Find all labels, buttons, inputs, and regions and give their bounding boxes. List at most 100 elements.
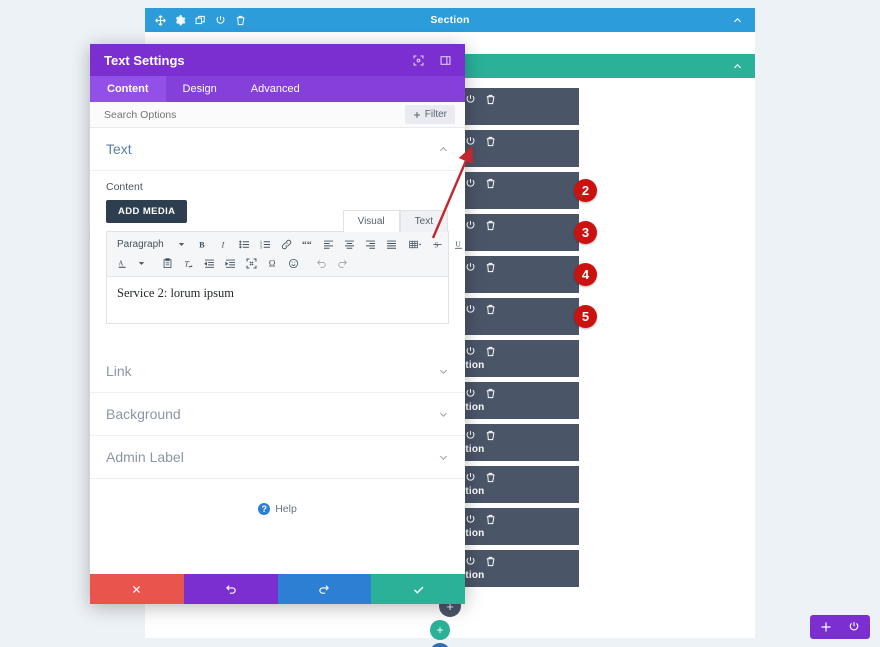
- redo-icon[interactable]: [333, 256, 352, 271]
- svg-text:A: A: [118, 261, 123, 268]
- add-row-button[interactable]: +: [430, 620, 450, 640]
- tab-design[interactable]: Design: [166, 76, 234, 102]
- builder-dock: [810, 615, 870, 639]
- trash-icon[interactable]: [485, 556, 496, 567]
- fullscreen-icon[interactable]: [242, 256, 261, 271]
- toggle-icon[interactable]: [465, 346, 476, 357]
- toggle-icon[interactable]: [465, 136, 476, 147]
- bold-icon[interactable]: B: [193, 237, 212, 252]
- special-character-icon[interactable]: Ω: [263, 256, 282, 271]
- toggle-icon[interactable]: [465, 262, 476, 273]
- trash-icon[interactable]: [485, 346, 496, 357]
- editor-tab-text[interactable]: Text: [399, 210, 448, 232]
- align-justify-icon[interactable]: [382, 237, 401, 252]
- trash-icon[interactable]: [485, 472, 496, 483]
- toggle-icon[interactable]: [465, 556, 476, 567]
- accordion-admin-label[interactable]: Admin Label: [90, 436, 465, 479]
- dock-power-icon[interactable]: [848, 621, 860, 633]
- editor-toolbar: Paragraph B I 123 ““ U A T Ω: [107, 232, 462, 277]
- trash-icon[interactable]: [485, 388, 496, 399]
- emoji-icon[interactable]: [284, 256, 303, 271]
- align-left-icon[interactable]: [319, 237, 338, 252]
- paste-icon[interactable]: [158, 256, 177, 271]
- accordion-text[interactable]: Text: [90, 128, 465, 171]
- chevron-up-icon: [438, 144, 449, 155]
- editor-content-area[interactable]: Service 2: lorum ipsum: [107, 277, 448, 323]
- save-button[interactable]: [371, 574, 465, 604]
- toggle-icon[interactable]: [465, 472, 476, 483]
- add-section-button[interactable]: +: [430, 643, 450, 647]
- clear-formatting-icon[interactable]: T: [179, 256, 198, 271]
- toggle-icon[interactable]: [465, 178, 476, 189]
- toggle-icon[interactable]: [465, 430, 476, 441]
- trash-icon[interactable]: [485, 304, 496, 315]
- indent-icon[interactable]: [221, 256, 240, 271]
- close-icon: [133, 585, 141, 593]
- svg-text:Ω: Ω: [269, 259, 276, 269]
- section-collapse-caret[interactable]: [732, 15, 755, 26]
- tab-content[interactable]: Content: [90, 76, 166, 102]
- align-center-icon[interactable]: [340, 237, 359, 252]
- accordion-background[interactable]: Background: [90, 393, 465, 436]
- search-input[interactable]: [104, 108, 405, 121]
- toggle-icon[interactable]: [215, 15, 226, 26]
- filter-button-label: Filter: [424, 109, 447, 120]
- toggle-icon[interactable]: [465, 304, 476, 315]
- trash-icon[interactable]: [485, 94, 496, 105]
- step-badge: 5: [574, 305, 597, 328]
- numbered-list-icon[interactable]: 123: [256, 237, 275, 252]
- toggle-icon[interactable]: [465, 220, 476, 231]
- accordion-link[interactable]: Link: [90, 350, 465, 393]
- trash-icon[interactable]: [235, 15, 246, 26]
- add-media-button[interactable]: ADD MEDIA: [106, 200, 188, 223]
- redo-button[interactable]: [277, 574, 372, 604]
- trash-icon[interactable]: [485, 136, 496, 147]
- editor-body-text: Service 2: lorum ipsum: [117, 286, 234, 300]
- editor-tab-visual[interactable]: Visual: [342, 210, 400, 232]
- text-color-chevron-icon[interactable]: [134, 258, 149, 269]
- filter-button[interactable]: Filter: [404, 105, 455, 124]
- undo-button[interactable]: [183, 574, 278, 604]
- wysiwyg-editor: Visual Text Paragraph B I 123 ““ U A T Ω…: [106, 210, 462, 324]
- link-icon[interactable]: [277, 237, 296, 252]
- undo-icon[interactable]: [312, 256, 331, 271]
- gear-icon[interactable]: [175, 14, 186, 26]
- chevron-down-icon: [438, 452, 449, 463]
- format-select[interactable]: Paragraph: [113, 237, 189, 252]
- toggle-icon[interactable]: [465, 388, 476, 399]
- trash-icon[interactable]: [485, 178, 496, 189]
- accordion-label: Background: [106, 406, 181, 422]
- row-collapse-caret[interactable]: [732, 61, 755, 72]
- trash-icon[interactable]: [485, 262, 496, 273]
- help-link[interactable]: ? Help: [90, 479, 465, 539]
- bulleted-list-icon[interactable]: [235, 237, 254, 252]
- trash-icon[interactable]: [485, 514, 496, 525]
- toggle-icon[interactable]: [465, 94, 476, 105]
- modal-title: Text Settings: [104, 52, 185, 68]
- expand-icon[interactable]: [413, 55, 424, 66]
- dock-add-icon[interactable]: [820, 621, 832, 633]
- redo-icon: [319, 585, 330, 594]
- tab-advanced[interactable]: Advanced: [234, 76, 317, 102]
- cancel-button[interactable]: [90, 574, 184, 604]
- table-icon[interactable]: [405, 237, 426, 252]
- trash-icon[interactable]: [485, 430, 496, 441]
- strikethrough-icon[interactable]: S: [428, 237, 447, 252]
- duplicate-icon[interactable]: [195, 15, 206, 26]
- align-right-icon[interactable]: [361, 237, 380, 252]
- italic-icon[interactable]: I: [214, 237, 233, 252]
- move-icon[interactable]: [155, 14, 166, 26]
- layout-toggle-icon[interactable]: [440, 55, 451, 66]
- outdent-icon[interactable]: [200, 256, 219, 271]
- section-toolbar[interactable]: Section: [145, 8, 755, 32]
- modal-footer: [90, 574, 465, 604]
- section-toolbar-icons: [145, 14, 246, 26]
- text-color-icon[interactable]: A: [113, 256, 132, 271]
- svg-text:B: B: [199, 241, 205, 250]
- blockquote-icon[interactable]: ““: [298, 237, 317, 252]
- chevron-down-icon: [438, 366, 449, 377]
- help-icon: ?: [258, 503, 271, 515]
- toggle-icon[interactable]: [465, 514, 476, 525]
- trash-icon[interactable]: [485, 220, 496, 231]
- underline-icon[interactable]: U: [449, 237, 465, 252]
